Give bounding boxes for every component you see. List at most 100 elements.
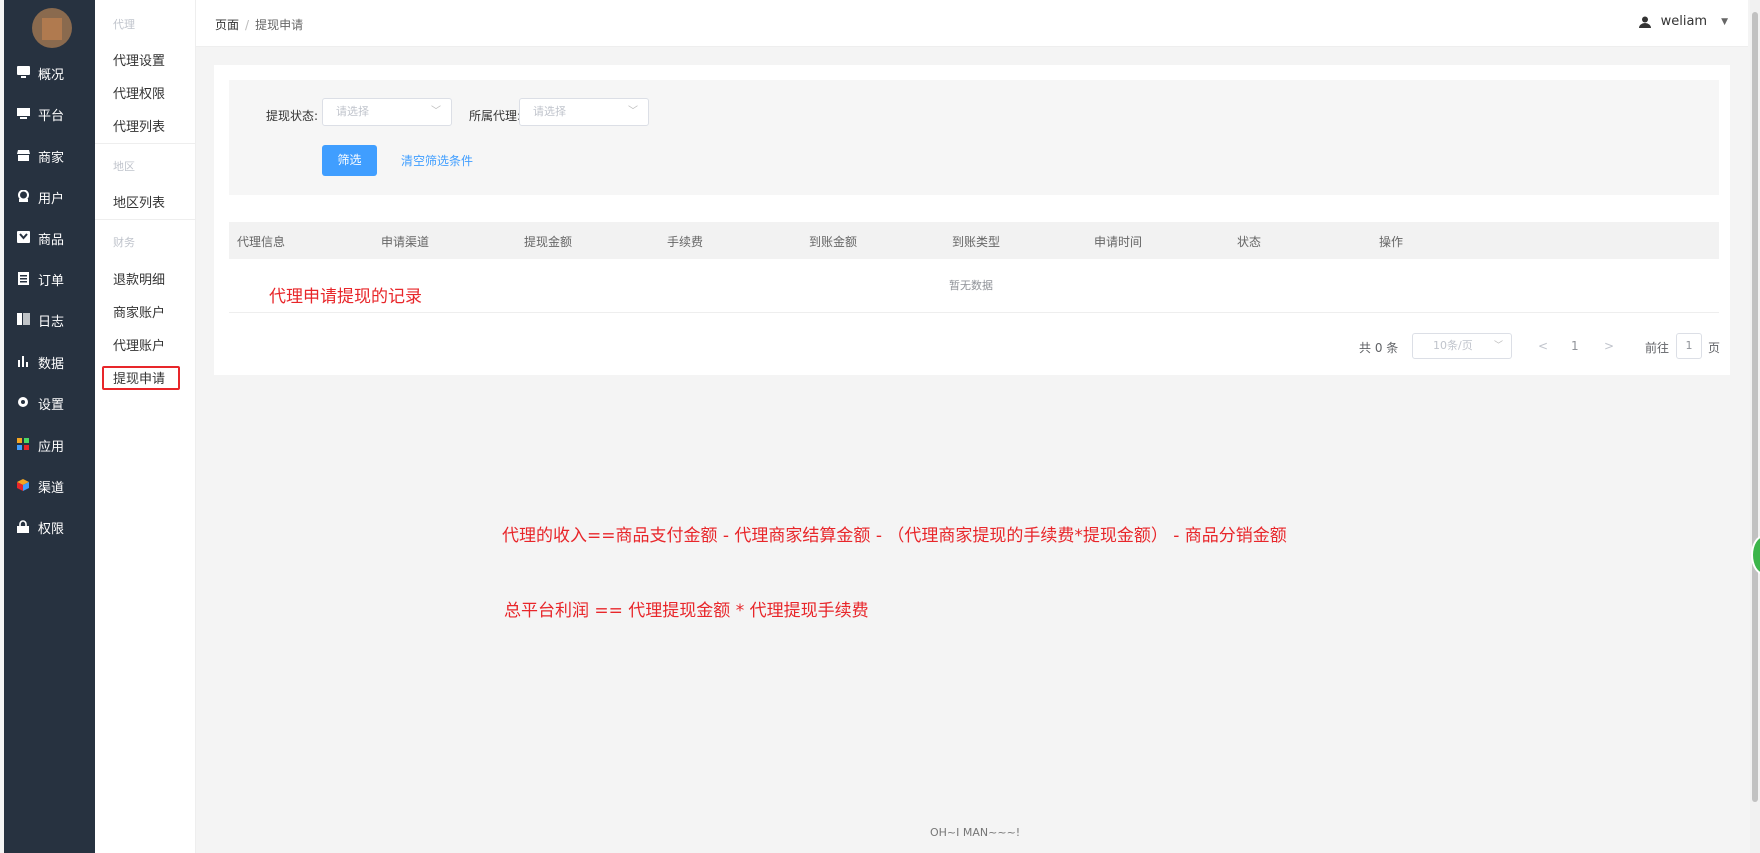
filter-panel: 提现状态: 请选择 ﹀ 所属代理: 请选择 ﹀ 筛选 清空筛选条件	[229, 80, 1719, 195]
nav-item-data[interactable]: 数据	[4, 347, 95, 377]
goto-label: 前往	[1645, 341, 1670, 355]
table-empty-row: 代理申请提现的记录 暂无数据	[229, 259, 1719, 313]
formula-agent-income: 代理的收入==商品支付金额 - 代理商家结算金额 - （代理商家提现的手续费*提…	[502, 526, 1287, 546]
lock-icon	[16, 520, 30, 534]
pagination-total: 共 0 条	[1359, 341, 1399, 355]
apps-grid-icon	[16, 438, 30, 452]
sub-group-agent: 代理	[113, 18, 135, 31]
monitor-icon	[16, 66, 30, 80]
breadcrumb-current: 提现申请	[255, 18, 304, 32]
sub-item-agent-permission[interactable]: 代理权限	[113, 83, 165, 102]
page-scrollbar[interactable]	[1750, 0, 1760, 853]
user-icon	[16, 189, 30, 204]
page-size-select[interactable]: 10条/页 ﹀	[1412, 333, 1512, 359]
annotation-text: 代理申请提现的记录	[269, 287, 422, 307]
divider	[95, 143, 196, 144]
sub-group-finance: 财务	[113, 236, 135, 249]
nav-label: 权限	[38, 521, 65, 537]
nav-item-order[interactable]: 订单	[4, 264, 95, 294]
nav-label: 商家	[38, 150, 65, 166]
user-menu[interactable]: weliam ▼	[1638, 14, 1728, 29]
nav-label: 日志	[38, 314, 65, 330]
store-icon	[16, 149, 30, 163]
nav-item-channel[interactable]: 渠道	[4, 471, 95, 501]
agent-select-placeholder: 请选择	[533, 105, 566, 118]
caret-down-icon: ▼	[1721, 16, 1728, 27]
page-size-value: 10条/页	[1433, 339, 1473, 352]
chevron-down-icon: ﹀	[431, 106, 441, 117]
top-header: 页面 / 提现申请 weliam ▼	[196, 0, 1748, 47]
status-filter-label: 提现状态:	[266, 109, 319, 123]
sub-group-region: 地区	[113, 160, 135, 173]
column-header: 操作	[1379, 235, 1404, 249]
column-header: 到账金额	[809, 235, 858, 249]
sub-item-agent-settings[interactable]: 代理设置	[113, 50, 165, 69]
cube-icon	[16, 479, 30, 493]
breadcrumb-separator: /	[245, 18, 250, 32]
table-header: 代理信息 申请渠道 提现金额 手续费 到账金额 到账类型 申请时间 状态 操作	[229, 222, 1719, 259]
nav-label: 设置	[38, 397, 65, 413]
page-number[interactable]: 1	[1571, 339, 1579, 353]
nav-item-platform[interactable]: 平台	[4, 99, 95, 129]
footer-text: OH~I MAN~~~!	[930, 826, 1021, 839]
desktop-icon	[16, 107, 30, 121]
next-page-button[interactable]: >	[1604, 339, 1614, 353]
nav-label: 订单	[38, 273, 65, 289]
nav-item-overview[interactable]: 概况	[4, 58, 95, 88]
column-header: 提现金额	[524, 235, 573, 249]
sub-item-region-list[interactable]: 地区列表	[113, 192, 165, 211]
prev-page-button[interactable]: <	[1538, 339, 1548, 353]
empty-text: 暂无数据	[949, 279, 993, 292]
formula-platform-profit: 总平台利润 == 代理提现金额 * 代理提现手续费	[504, 601, 869, 621]
scroll-thumb[interactable]	[1752, 12, 1758, 802]
column-header: 状态	[1237, 235, 1262, 249]
agent-filter-label: 所属代理:	[469, 109, 522, 123]
user-icon	[1638, 16, 1651, 28]
filter-submit-button[interactable]: 筛选	[322, 145, 377, 176]
nav-item-user[interactable]: 用户	[4, 182, 95, 212]
nav-item-apps[interactable]: 应用	[4, 430, 95, 460]
column-header: 申请时间	[1094, 235, 1143, 249]
nav-label: 平台	[38, 108, 65, 124]
clear-filter-button[interactable]: 清空筛选条件	[401, 152, 473, 169]
nav-item-merchant[interactable]: 商家	[4, 141, 95, 171]
goods-icon	[16, 231, 30, 245]
breadcrumb-root[interactable]: 页面	[215, 18, 239, 32]
column-header: 到账类型	[952, 235, 1001, 249]
nav-label: 用户	[38, 191, 65, 207]
goto-page-input[interactable]: 1	[1676, 333, 1702, 359]
order-icon	[16, 272, 30, 286]
sub-item-withdraw-apply[interactable]: 提现申请	[113, 368, 165, 387]
agent-select[interactable]: 请选择 ﹀	[519, 98, 649, 126]
log-icon	[16, 313, 30, 327]
status-select-placeholder: 请选择	[336, 105, 369, 118]
nav-item-permission[interactable]: 权限	[4, 512, 95, 542]
divider	[95, 219, 196, 220]
gear-icon	[16, 396, 30, 410]
breadcrumb: 页面 / 提现申请	[215, 16, 303, 33]
main-sidebar: 概况 平台 商家 用户 商品 订单 日志 数据 设置 应用 渠道 权限	[4, 0, 95, 853]
nav-label: 商品	[38, 232, 65, 248]
column-header: 申请渠道	[381, 235, 430, 249]
sub-item-refund-detail[interactable]: 退款明细	[113, 269, 165, 288]
bar-chart-icon	[16, 355, 30, 369]
column-header: 代理信息	[237, 235, 286, 249]
nav-item-goods[interactable]: 商品	[4, 223, 95, 253]
avatar[interactable]	[32, 8, 72, 48]
nav-item-log[interactable]: 日志	[4, 305, 95, 335]
nav-label: 应用	[38, 439, 65, 455]
nav-label: 概况	[38, 67, 65, 83]
content-card: 提现状态: 请选择 ﹀ 所属代理: 请选择 ﹀ 筛选 清空筛选条件 代理信息 申…	[214, 65, 1730, 375]
username: weliam	[1660, 14, 1708, 29]
sub-item-agent-list[interactable]: 代理列表	[113, 116, 165, 135]
nav-label: 数据	[38, 356, 65, 372]
sub-item-merchant-account[interactable]: 商家账户	[113, 302, 165, 321]
column-header: 手续费	[667, 235, 704, 249]
sub-item-agent-account[interactable]: 代理账户	[113, 335, 165, 354]
secondary-sidebar: 代理 代理设置 代理权限 代理列表 地区 地区列表 财务 退款明细 商家账户 代…	[95, 0, 196, 853]
nav-label: 渠道	[38, 480, 65, 496]
nav-item-settings[interactable]: 设置	[4, 388, 95, 418]
page-suffix: 页	[1708, 341, 1721, 355]
status-select[interactable]: 请选择 ﹀	[322, 98, 452, 126]
chevron-down-icon: ﹀	[1493, 341, 1503, 351]
